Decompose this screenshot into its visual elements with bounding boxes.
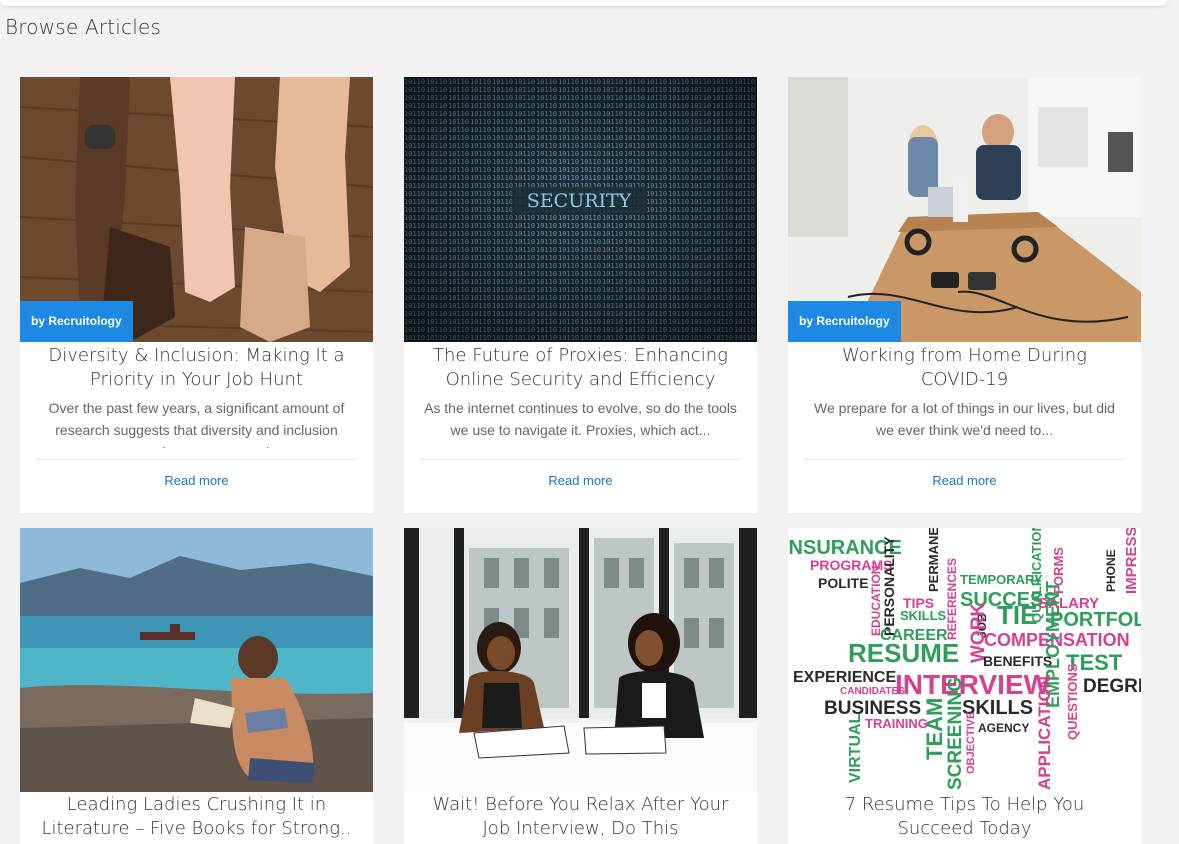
article-image[interactable]: [20, 528, 373, 792]
article-title[interactable]: Diversity & Inclusion: Making It a Prior…: [20, 342, 373, 392]
article-image[interactable]: [404, 528, 757, 792]
word-cloud-word: QUESTIONS: [1065, 663, 1080, 740]
article-card[interactable]: Wait! Before You Relax After Your Job In…: [404, 528, 757, 844]
read-more-link[interactable]: Read more: [788, 460, 1141, 507]
word-cloud-word: PERSONALITY: [881, 536, 897, 636]
word-cloud-word: SCREENING: [945, 677, 966, 790]
word-cloud-word: PHONE: [1104, 549, 1118, 592]
word-cloud-word: OBJECTIVE: [965, 712, 977, 774]
security-image-text: SECURITY: [527, 190, 632, 212]
word-cloud-word: RESUME: [848, 638, 959, 668]
word-cloud-word: PORTFOLIO: [1050, 609, 1141, 631]
article-card[interactable]: 1011010 SECURITY The Future of Proxies: …: [404, 77, 757, 513]
article-title[interactable]: The Future of Proxies: Enhancing Online …: [404, 342, 757, 392]
page-title: Browse Articles: [5, 15, 162, 39]
article-image[interactable]: by Recruitology: [788, 77, 1141, 342]
article-title[interactable]: Working from Home During COVID-19: [788, 342, 1141, 392]
word-cloud-word: IMPRESS: [1123, 528, 1140, 594]
word-cloud-word: POLITE: [818, 575, 869, 591]
word-cloud-image: INSURANCEPROGRAMSPOLITE EDUCATIONPERSONAL…: [788, 528, 1141, 792]
word-cloud-word: AGENCY: [978, 721, 1029, 735]
word-cloud-word: APPLICATION: [1035, 676, 1054, 790]
read-more-link[interactable]: Read more: [404, 460, 757, 507]
word-cloud-word: INTERVIEW: [895, 669, 1051, 700]
word-cloud-word: BENEFITS: [983, 653, 1052, 669]
article-excerpt: As the internet continues to evolve, so …: [424, 400, 737, 438]
article-card[interactable]: INSURANCE PROGRAMS POLITE EDUCATION PERSONAL…: [788, 528, 1141, 844]
article-image[interactable]: by Recruitology: [20, 77, 373, 342]
word-cloud-word: SKILLS: [900, 608, 947, 623]
word-cloud-word: TRAINING: [865, 716, 928, 731]
article-image[interactable]: 1011010 SECURITY: [404, 77, 757, 342]
article-card[interactable]: by Recruitology Working from Home During…: [788, 77, 1141, 513]
author-badge[interactable]: by Recruitology: [20, 301, 133, 342]
word-cloud-word: VIRTUAL: [847, 713, 864, 783]
article-card[interactable]: by Recruitology Diversity & Inclusion: M…: [20, 77, 373, 513]
article-title[interactable]: Wait! Before You Relax After Your Job In…: [404, 792, 757, 841]
word-cloud-word: EXPERIENCE: [793, 669, 896, 686]
article-excerpt: We prepare for a lot of things in our li…: [814, 400, 1115, 438]
article-card[interactable]: Leading Ladies Crushing It in Literature…: [20, 528, 373, 844]
author-badge[interactable]: by Recruitology: [788, 301, 901, 342]
top-bar: [0, 0, 1167, 6]
article-title[interactable]: 7 Resume Tips To Help You Succeed Today: [788, 792, 1141, 841]
article-excerpt: Over the past few years, a significant a…: [48, 400, 345, 448]
word-cloud-word: DEGREE: [1083, 676, 1141, 697]
read-more-link[interactable]: Read more: [20, 460, 373, 507]
article-image[interactable]: INSURANCE PROGRAMS POLITE EDUCATION PERSONAL…: [788, 528, 1141, 792]
article-title[interactable]: Leading Ladies Crushing It in Literature…: [20, 792, 373, 841]
word-cloud-word: TEAM: [922, 698, 947, 760]
word-cloud-word: PERMANENT: [926, 528, 941, 592]
